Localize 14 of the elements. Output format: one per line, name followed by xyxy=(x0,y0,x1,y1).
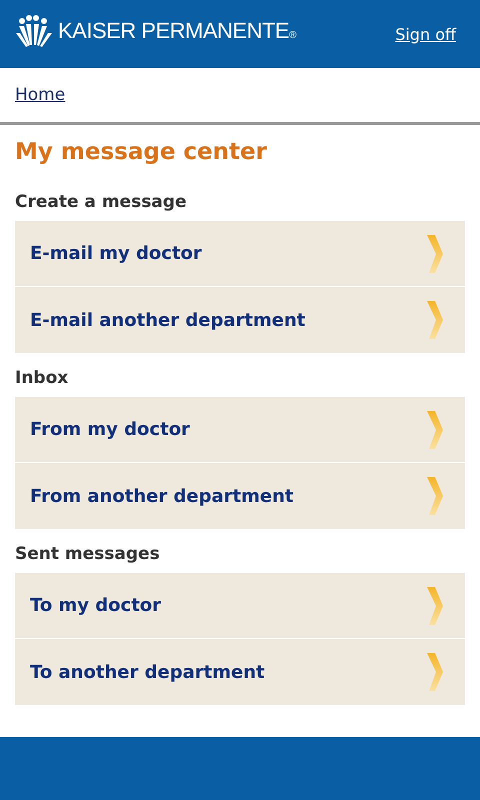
section-heading: Inbox xyxy=(15,367,70,389)
menu-item[interactable]: E-mail my doctor xyxy=(15,221,465,287)
section-heading: Create a message xyxy=(15,191,188,213)
menu-item[interactable]: From my doctor xyxy=(15,397,465,463)
logo-text: KAISER PERMANENTE® xyxy=(58,18,296,44)
section-heading: Sent messages xyxy=(15,543,161,565)
sign-off-link[interactable]: Sign off xyxy=(395,24,456,44)
menu-item[interactable]: To another department xyxy=(15,639,465,705)
page-title: My message center xyxy=(15,138,268,167)
menu-item[interactable]: E-mail another department xyxy=(15,287,465,353)
menu-item[interactable]: To my doctor xyxy=(15,573,465,639)
home-link[interactable]: Home xyxy=(15,85,66,105)
menu-item[interactable]: From another department xyxy=(15,463,465,529)
logo-icon xyxy=(16,15,52,47)
